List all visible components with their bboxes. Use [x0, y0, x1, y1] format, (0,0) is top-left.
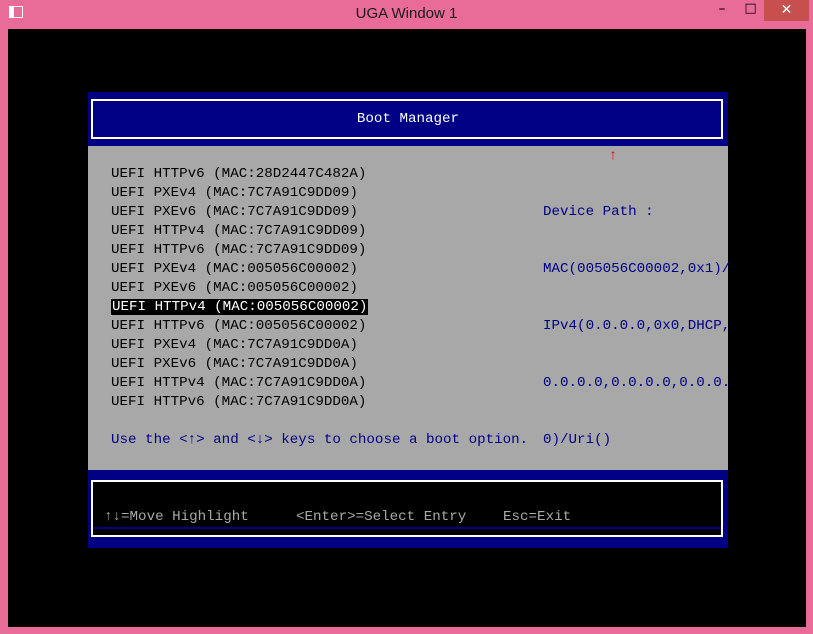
- exit-help: Esc=Exit: [503, 509, 572, 525]
- boot-option[interactable]: UEFI PXEv4 (MAC:005056C00002): [111, 260, 368, 279]
- device-path-label: Device Path :: [543, 204, 654, 220]
- boot-option[interactable]: UEFI HTTPv6 (MAC:7C7A91C9DD0A): [111, 393, 368, 412]
- boot-option-label: UEFI HTTPv6 (MAC:28D2447C482A): [111, 166, 367, 182]
- move-highlight-help: ↑↓=Move Highlight: [104, 509, 249, 525]
- boot-option[interactable]: UEFI HTTPv4 (MAC:7C7A91C9DD09): [111, 222, 368, 241]
- boot-option-label: UEFI PXEv6 (MAC:7C7A91C9DD0A): [111, 356, 358, 372]
- boot-manager-body: ↑ UEFI HTTPv6 (MAC:28D2447C482A) UEFI PXE…: [88, 146, 730, 470]
- boot-manager-title: Boot Manager: [356, 111, 460, 127]
- boot-option[interactable]: UEFI PXEv4 (MAC:7C7A91C9DD0A): [111, 336, 368, 355]
- navigation-hint: Use the <↑> and <↓> keys to choose a boo…: [111, 432, 529, 448]
- boot-option[interactable]: UEFI PXEv6 (MAC:7C7A91C9DD0A): [111, 355, 368, 374]
- boot-option[interactable]: UEFI PXEv6 (MAC:7C7A91C9DD09): [111, 203, 368, 222]
- boot-option[interactable]: UEFI HTTPv4 (MAC:005056C00002): [111, 298, 369, 317]
- boot-manager-header: Boot Manager: [88, 92, 728, 146]
- device-path-panel: Device Path : MAC(005056C00002,0x1)/ IPv…: [543, 165, 730, 488]
- boot-option-label: UEFI HTTPv4 (MAC:005056C00002): [111, 299, 369, 315]
- window-title: UGA Window 1: [355, 5, 458, 22]
- device-path-line: MAC(005056C00002,0x1)/: [543, 261, 731, 277]
- device-path-line: 0)/Uri(): [543, 432, 612, 448]
- minimize-button[interactable]: –: [707, 0, 737, 21]
- device-path-line: IPv4(0.0.0.0,0x0,DHCP,: [543, 318, 731, 334]
- window-title-bar: UGA Window 1 – □ ✕: [0, 0, 813, 29]
- boot-option[interactable]: UEFI HTTPv6 (MAC:7C7A91C9DD09): [111, 241, 368, 260]
- boot-option-label: UEFI PXEv4 (MAC:005056C00002): [111, 261, 358, 277]
- boot-option-label: UEFI HTTPv4 (MAC:7C7A91C9DD09): [111, 223, 367, 239]
- boot-option[interactable]: UEFI PXEv4 (MAC:7C7A91C9DD09): [111, 184, 368, 203]
- boot-option-label: UEFI PXEv6 (MAC:7C7A91C9DD09): [111, 204, 358, 220]
- boot-option[interactable]: UEFI PXEv6 (MAC:005056C00002): [111, 279, 368, 298]
- boot-option[interactable]: UEFI HTTPv4 (MAC:7C7A91C9DD0A): [111, 374, 368, 393]
- boot-option-list: UEFI HTTPv6 (MAC:28D2447C482A) UEFI PXEv4…: [111, 165, 369, 412]
- scroll-up-arrow-icon: ↑: [608, 148, 618, 164]
- boot-option-label: UEFI PXEv4 (MAC:7C7A91C9DD09): [111, 185, 358, 201]
- boot-option[interactable]: UEFI HTTPv6 (MAC:28D2447C482A): [111, 165, 368, 184]
- uefi-screen: Boot Manager ↑ UEFI HTTPv6 (MAC:28D2447C…: [8, 29, 806, 627]
- boot-option-label: UEFI HTTPv6 (MAC:005056C00002): [111, 318, 367, 334]
- boot-option-label: UEFI HTTPv6 (MAC:7C7A91C9DD0A): [111, 394, 367, 410]
- device-path-line: 0.0.0.0,0.0.0.0,0.0.0.: [543, 375, 731, 391]
- key-help-footer: ↑↓=Move Highlight <Enter>=Select Entry E…: [88, 470, 728, 548]
- boot-option-label: UEFI PXEv4 (MAC:7C7A91C9DD0A): [111, 337, 358, 353]
- boot-option[interactable]: UEFI HTTPv6 (MAC:005056C00002): [111, 317, 368, 336]
- select-entry-help: <Enter>=Select Entry: [296, 509, 467, 525]
- close-button[interactable]: ✕: [764, 0, 809, 21]
- boot-option-label: UEFI HTTPv6 (MAC:7C7A91C9DD09): [111, 242, 367, 258]
- maximize-button[interactable]: □: [737, 0, 764, 21]
- boot-option-label: UEFI HTTPv4 (MAC:7C7A91C9DD0A): [111, 375, 367, 391]
- boot-option-label: UEFI PXEv6 (MAC:005056C00002): [111, 280, 358, 296]
